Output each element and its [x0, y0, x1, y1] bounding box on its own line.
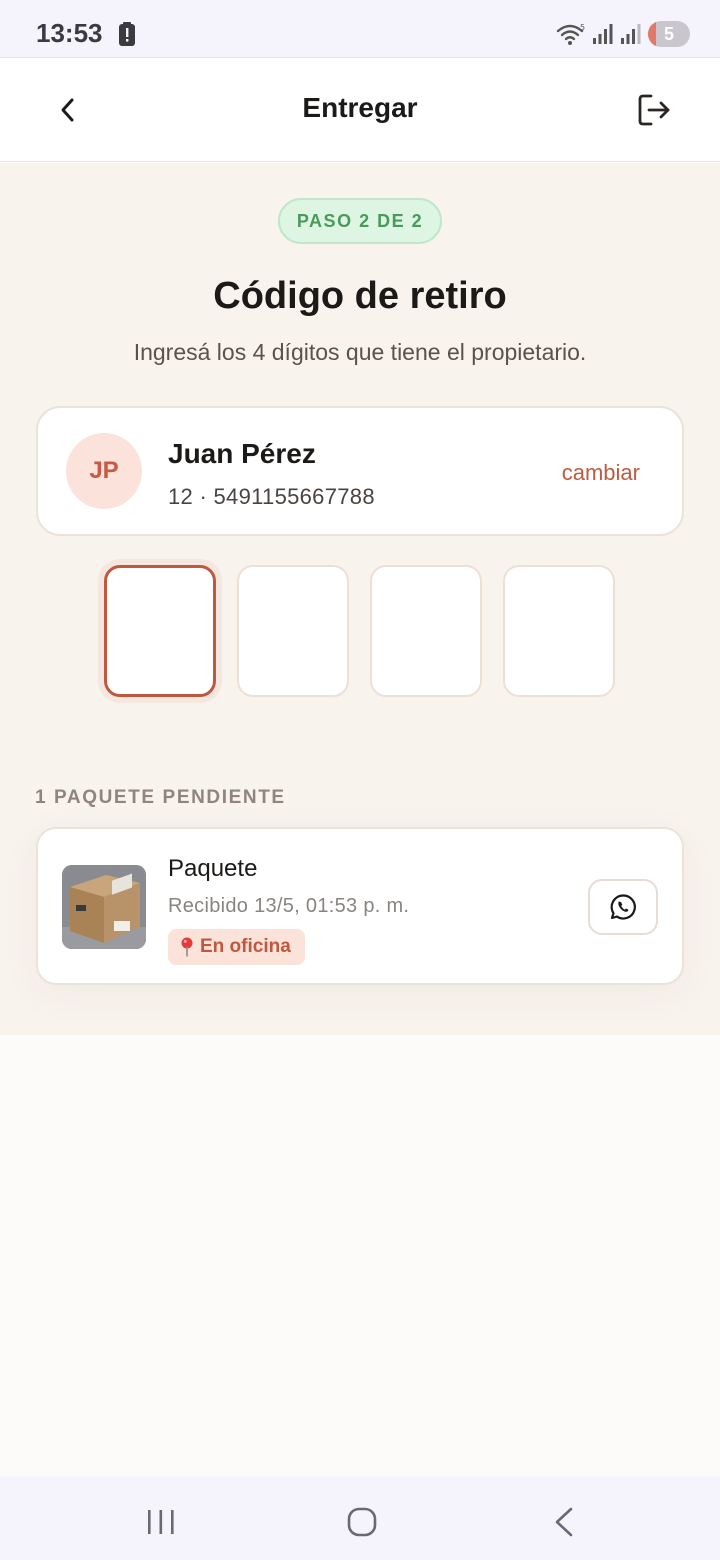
battery-level: 5: [663, 23, 674, 44]
avatar: JP: [66, 433, 142, 509]
code-input-group: [104, 565, 616, 699]
pending-section-label: 1 PAQUETE PENDIENTE: [35, 787, 286, 808]
code-digit-input[interactable]: [237, 565, 349, 697]
change-owner-link[interactable]: cambiar: [562, 460, 640, 486]
whatsapp-icon: [610, 894, 636, 920]
recents-icon[interactable]: [146, 1508, 176, 1536]
step-badge: PASO 2 DE 2: [278, 198, 442, 244]
map-pin-icon: [181, 937, 193, 957]
signal-icon-2: [621, 24, 641, 44]
whatsapp-button[interactable]: [588, 879, 658, 935]
owner-card: JP Juan Pérez 12 · 5491155667788 cambiar: [36, 406, 684, 536]
app-header: Entregar: [0, 58, 720, 162]
back-icon[interactable]: [552, 1506, 576, 1538]
code-digit-input[interactable]: [503, 565, 615, 697]
package-received-date: Recibido 13/5, 01:53 p. m.: [168, 895, 410, 917]
package-name: Paquete: [168, 855, 258, 882]
page-title: Código de retiro: [213, 275, 507, 317]
signal-icon: [593, 24, 613, 44]
status-bar: 13:53 5 5: [0, 0, 720, 58]
code-digit-input[interactable]: [370, 565, 482, 697]
page-subtitle: Ingresá los 4 dígitos que tiene el propi…: [133, 339, 587, 365]
page-header-title: Entregar: [302, 92, 418, 123]
code-digit-input[interactable]: [104, 565, 216, 697]
svg-text:5: 5: [580, 23, 585, 32]
home-icon[interactable]: [346, 1506, 378, 1538]
system-nav-bar: [0, 1476, 720, 1560]
location-badge: En oficina: [168, 929, 305, 965]
logout-button[interactable]: [630, 86, 678, 134]
package-photo: [62, 865, 146, 949]
owner-name: Juan Pérez: [168, 438, 316, 469]
battery-alert-icon: [119, 22, 135, 46]
package-card[interactable]: Paquete Recibido 13/5, 01:53 p. m. En of…: [36, 827, 684, 985]
location-label: En oficina: [200, 936, 291, 957]
battery-icon: 5: [648, 21, 690, 47]
status-time: 13:53: [36, 18, 103, 48]
logout-icon: [638, 94, 670, 126]
main-content: PASO 2 DE 2 Código de retiro Ingresá los…: [0, 163, 720, 1035]
owner-info: 12 · 5491155667788: [168, 484, 375, 509]
wifi-icon: 5: [556, 23, 585, 45]
